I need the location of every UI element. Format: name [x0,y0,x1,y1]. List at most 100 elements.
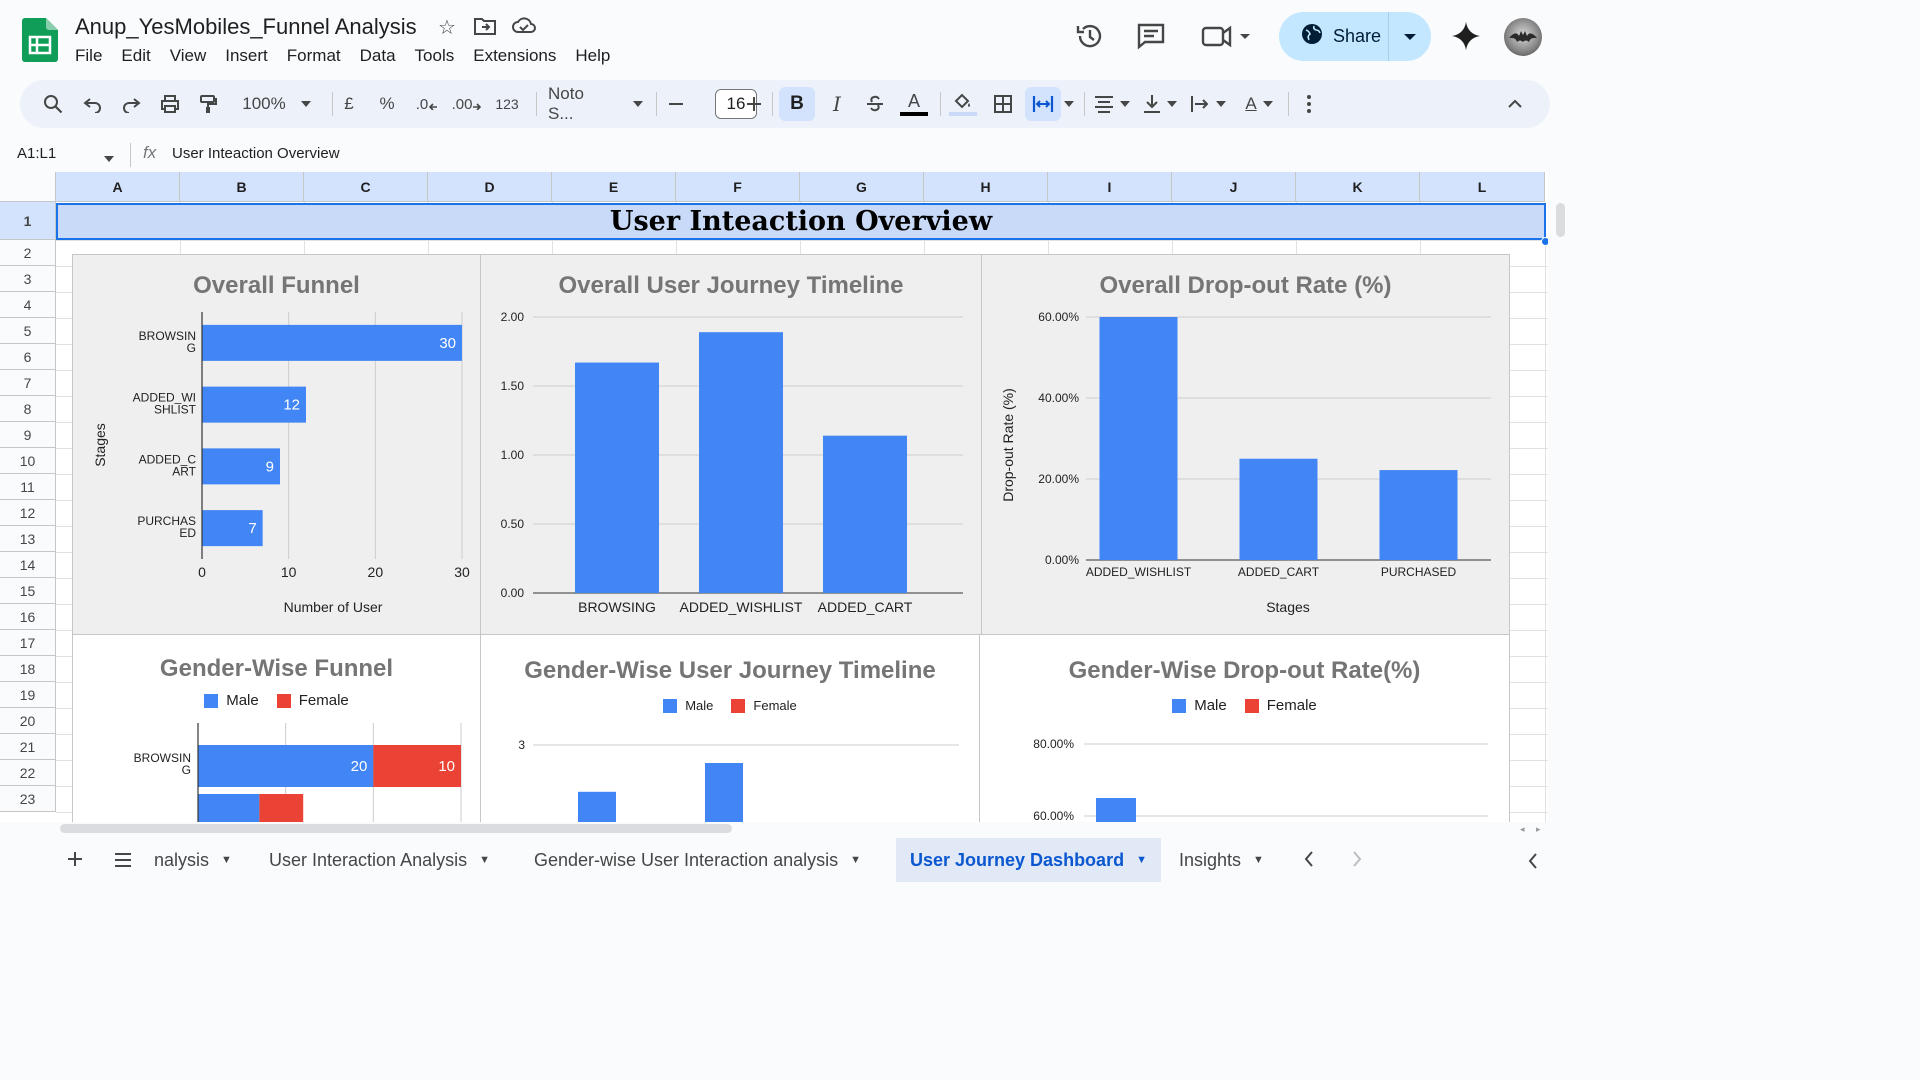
text-wrapping-icon[interactable] [1188,80,1228,128]
row-header-13[interactable]: 13 [0,526,56,552]
scroll-tabs-left-icon[interactable] [1302,850,1316,873]
row-header-7[interactable]: 7 [0,370,56,396]
collapse-menus-icon[interactable] [1498,80,1532,128]
column-header-l[interactable]: L [1420,172,1545,202]
scroll-right-arrow-icon[interactable]: ▸ [1536,824,1541,835]
chart-gender-funnel[interactable]: Gender-Wise Funnel Male Female 20 10 BROWS… [72,634,481,822]
scroll-tabs-right-icon[interactable] [1350,850,1364,873]
meet-icon[interactable] [1200,20,1256,52]
sheet-tab-user-interaction-analysis[interactable]: User Interaction Analysis ▼ [255,838,504,882]
column-header-h[interactable]: H [924,172,1048,202]
comments-icon[interactable] [1135,20,1167,52]
row-header-9[interactable]: 9 [0,422,56,448]
format-currency-button[interactable]: £ [336,80,362,128]
cloud-saved-icon[interactable] [512,16,536,40]
sheets-logo-icon[interactable] [22,18,58,62]
menu-view[interactable]: View [170,45,217,67]
column-header-i[interactable]: I [1048,172,1172,202]
borders-icon[interactable] [986,80,1020,128]
font-family-select[interactable]: Noto S... [544,80,644,128]
increase-decimal-button[interactable]: .00 [448,80,486,128]
menu-file[interactable]: File [75,45,112,67]
chart-gender-dropout-rate[interactable]: Gender-Wise Drop-out Rate(%) Male Female… [979,634,1510,822]
menu-help[interactable]: Help [575,45,620,67]
format-percent-button[interactable]: % [374,80,400,128]
row-header-12[interactable]: 12 [0,500,56,526]
explore-side-panel-icon[interactable] [1526,852,1540,875]
menu-format[interactable]: Format [287,45,351,67]
scroll-left-arrow-icon[interactable]: ◂ [1520,824,1525,835]
select-all-corner[interactable] [0,172,56,202]
search-menus-icon[interactable] [36,80,70,128]
menu-tools[interactable]: Tools [415,45,465,67]
menu-insert[interactable]: Insert [225,45,278,67]
increase-font-size-icon[interactable] [742,80,766,128]
column-header-g[interactable]: G [800,172,924,202]
menu-edit[interactable]: Edit [121,45,160,67]
row-header-6[interactable]: 6 [0,344,56,370]
menu-extensions[interactable]: Extensions [473,45,566,67]
row-header-3[interactable]: 3 [0,266,56,292]
sheet-tab-insights[interactable]: Insights ▼ [1165,838,1278,882]
cell-a1-merged[interactable]: User Inteaction Overview [56,203,1546,240]
row-header-15[interactable]: 15 [0,578,56,604]
column-header-k[interactable]: K [1296,172,1420,202]
bold-button[interactable]: B [779,87,815,121]
chart-gender-journey-timeline[interactable]: Gender-Wise User Journey Timeline Male F… [480,634,980,822]
chart-overall-dropout-rate[interactable]: Overall Drop-out Rate (%) 0.00% 20.00% 40.… [981,254,1510,635]
add-sheet-icon[interactable] [64,848,86,870]
row-header-5[interactable]: 5 [0,318,56,344]
caret-down-icon[interactable]: ▼ [479,854,490,866]
fill-color-button[interactable] [946,80,980,128]
name-box[interactable]: A1:L1 [17,145,56,162]
print-icon[interactable] [153,80,187,128]
menu-data[interactable]: Data [360,45,406,67]
row-header-1[interactable]: 1 [0,202,56,240]
horizontal-scroll-thumb[interactable] [60,824,732,833]
row-header-16[interactable]: 16 [0,604,56,630]
share-main[interactable]: Share [1279,12,1389,61]
row-header-4[interactable]: 4 [0,292,56,318]
zoom-select[interactable]: 100% [232,80,322,128]
decrease-decimal-button[interactable]: .0 [410,80,444,128]
row-header-23[interactable]: 23 [0,786,56,812]
caret-down-icon[interactable]: ▼ [1253,854,1264,866]
sheet-tab-gender-wise-analysis[interactable]: Gender-wise User Interaction analysis ▼ [520,838,875,882]
horizontal-align-icon[interactable] [1090,80,1134,128]
sheet-tab-user-journey-dashboard[interactable]: User Journey Dashboard ▼ [896,838,1161,882]
column-header-a[interactable]: A [56,172,180,202]
decrease-font-size-icon[interactable] [664,80,688,128]
row-header-20[interactable]: 20 [0,708,56,734]
row-header-8[interactable]: 8 [0,396,56,422]
column-header-j[interactable]: J [1172,172,1296,202]
document-title[interactable]: Anup_YesMobiles_Funnel Analysis [75,14,417,40]
row-header-19[interactable]: 19 [0,682,56,708]
row-header-2[interactable]: 2 [0,240,56,266]
share-options-dropdown[interactable] [1389,32,1431,42]
row-header-22[interactable]: 22 [0,760,56,786]
redo-icon[interactable] [114,80,148,128]
caret-down-icon[interactable]: ▼ [850,854,861,866]
undo-icon[interactable] [76,80,110,128]
avatar[interactable] [1504,18,1542,56]
star-icon[interactable]: ☆ [435,16,459,40]
text-color-button[interactable]: A [896,80,932,128]
vertical-align-icon[interactable] [1140,80,1180,128]
gemini-sparkle-icon[interactable] [1450,20,1482,52]
fill-handle[interactable] [1541,237,1548,246]
merge-options-dropdown[interactable] [1062,80,1076,128]
strikethrough-icon[interactable] [858,80,892,128]
version-history-icon[interactable] [1074,20,1106,52]
column-header-d[interactable]: D [428,172,552,202]
italic-button[interactable]: I [820,80,854,128]
formula-input[interactable]: User Inteaction Overview [172,145,340,162]
row-header-11[interactable]: 11 [0,474,56,500]
column-header-f[interactable]: F [676,172,800,202]
vertical-scroll-thumb[interactable] [1556,203,1565,237]
name-box-dropdown[interactable] [103,150,115,168]
more-options-icon[interactable] [1294,80,1324,128]
caret-down-icon[interactable]: ▼ [221,854,232,866]
all-sheets-icon[interactable] [112,850,134,870]
text-rotation-button[interactable]: A [1238,80,1280,128]
vertical-scrollbar[interactable] [1548,172,1568,822]
